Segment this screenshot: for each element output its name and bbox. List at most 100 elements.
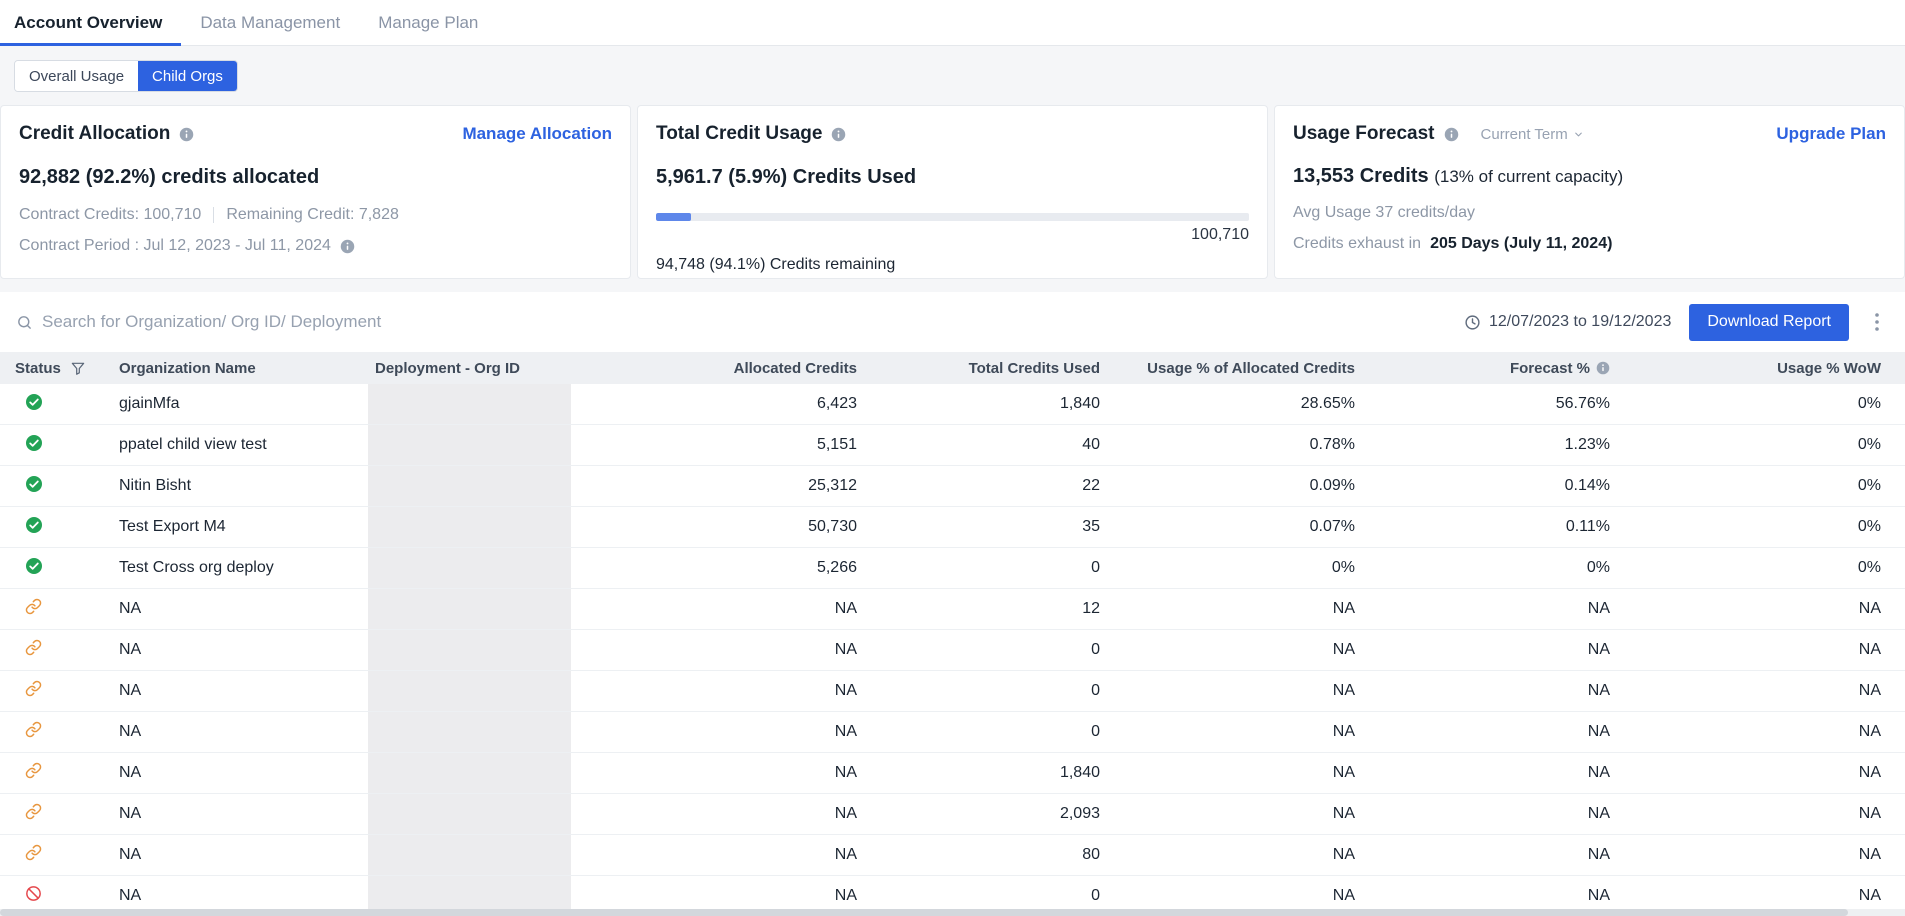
table-row[interactable]: NA NA 0 NA NA NA [0, 630, 1905, 671]
info-icon[interactable] [1444, 127, 1459, 142]
deployment-cell [365, 548, 614, 589]
table-row[interactable]: NA NA 12 NA NA NA [0, 589, 1905, 630]
table-row[interactable]: NA NA 0 NA NA NA [0, 712, 1905, 753]
table-row[interactable]: Test Cross org deploy 5,266 0 0% 0% 0% [0, 548, 1905, 589]
deployment-cell [365, 466, 614, 507]
tab-account-overview[interactable]: Account Overview [0, 0, 181, 45]
horizontal-scrollbar[interactable] [0, 909, 1905, 916]
table-row[interactable]: Test Export M4 50,730 35 0.07% 0.11% 0% [0, 507, 1905, 548]
exhaust-date-label: 205 Days (July 11, 2024) [1430, 235, 1612, 253]
manage-allocation-link[interactable]: Manage Allocation [462, 124, 612, 144]
usage-pct-cell: NA [1124, 630, 1379, 671]
total-credits-used-cell: 35 [881, 507, 1124, 548]
col-forecast-pct: Forecast % [1379, 352, 1634, 384]
deployment-cell [365, 589, 614, 630]
info-icon[interactable] [340, 239, 355, 254]
org-name-cell: NA [107, 712, 365, 753]
exhaust-prefix-label: Credits exhaust in [1293, 235, 1421, 253]
table-row[interactable]: Nitin Bisht 25,312 22 0.09% 0.14% 0% [0, 466, 1905, 507]
usage-progress-bar [656, 213, 1249, 221]
child-orgs-toggle[interactable]: Child Orgs [138, 61, 237, 91]
summary-section: Overall Usage Child Orgs Credit Allocati… [0, 46, 1905, 292]
allocated-credits-cell: 25,312 [614, 466, 881, 507]
usage-wow-cell: NA [1634, 671, 1905, 712]
contract-credits-label: Contract Credits: 100,710 [19, 206, 201, 224]
col-organization-label: Organization Name [119, 360, 256, 377]
link-icon [25, 721, 42, 738]
usage-pct-cell: 0.78% [1124, 425, 1379, 466]
usage-pct-cell: 0% [1124, 548, 1379, 589]
active-check-icon [25, 516, 43, 534]
link-icon [25, 844, 42, 861]
link-icon [25, 639, 42, 656]
table-row[interactable]: NA NA 1,840 NA NA NA [0, 753, 1905, 794]
redacted-block [368, 425, 571, 465]
forecast-pct-cell: NA [1379, 589, 1634, 630]
deployment-cell [365, 384, 614, 425]
usage-progress-fill [656, 213, 691, 221]
overall-usage-toggle[interactable]: Overall Usage [15, 61, 138, 91]
usage-pct-cell: NA [1124, 794, 1379, 835]
total-credits-used-cell: 22 [881, 466, 1124, 507]
search-input[interactable] [42, 312, 662, 332]
usage-wow-cell: 0% [1634, 425, 1905, 466]
total-credits-used-cell: 2,093 [881, 794, 1124, 835]
credits-remaining-label: 94,748 (94.1%) Credits remaining [656, 256, 1249, 274]
total-credits-used-cell: 0 [881, 712, 1124, 753]
redacted-block [368, 507, 571, 547]
org-name-cell: NA [107, 671, 365, 712]
table-row[interactable]: NA NA 2,093 NA NA NA [0, 794, 1905, 835]
table-row[interactable]: NA NA 0 NA NA NA [0, 671, 1905, 712]
redacted-block [368, 384, 571, 424]
chevron-down-icon [1573, 129, 1584, 140]
status-icon [25, 516, 43, 534]
status-icon [25, 680, 42, 697]
col-deployment-org-id: Deployment - Org ID [365, 352, 614, 384]
total-credits-used-cell: 0 [881, 630, 1124, 671]
col-usage-pct-label: Usage % of Allocated Credits [1147, 360, 1355, 377]
table-row[interactable]: gjainMfa 6,423 1,840 28.65% 56.76% 0% [0, 384, 1905, 425]
info-icon[interactable] [179, 127, 194, 142]
org-name-cell: Test Export M4 [107, 507, 365, 548]
usage-wow-cell: 0% [1634, 507, 1905, 548]
date-range-control[interactable]: 12/07/2023 to 19/12/2023 [1464, 313, 1671, 331]
usage-wow-cell: 0% [1634, 466, 1905, 507]
usage-wow-cell: NA [1634, 753, 1905, 794]
total-credits-used-cell: 0 [881, 548, 1124, 589]
redacted-block [368, 753, 571, 793]
info-icon[interactable] [1596, 361, 1610, 375]
download-report-button[interactable]: Download Report [1689, 304, 1849, 341]
remaining-credit-label: Remaining Credit: 7,828 [226, 206, 399, 224]
usage-pct-cell: NA [1124, 589, 1379, 630]
tab-data-management[interactable]: Data Management [181, 0, 359, 45]
usage-wow-cell: NA [1634, 630, 1905, 671]
status-icon [25, 598, 42, 615]
org-name-cell: gjainMfa [107, 384, 365, 425]
total-credits-used-cell: 0 [881, 671, 1124, 712]
forecast-pct-cell: NA [1379, 630, 1634, 671]
scrollbar-thumb[interactable] [0, 909, 1848, 916]
deployment-cell [365, 794, 614, 835]
search-icon [16, 314, 33, 331]
allocated-credits-cell: NA [614, 835, 881, 876]
col-allocated-credits: Allocated Credits [614, 352, 881, 384]
table-row[interactable]: NA NA 80 NA NA NA [0, 835, 1905, 876]
upgrade-plan-link[interactable]: Upgrade Plan [1776, 124, 1886, 144]
col-organization-name: Organization Name [107, 352, 365, 384]
col-usage-pct-allocated: Usage % of Allocated Credits [1124, 352, 1379, 384]
col-allocated-label: Allocated Credits [734, 360, 857, 377]
table-row[interactable]: ppatel child view test 5,151 40 0.78% 1.… [0, 425, 1905, 466]
term-dropdown[interactable]: Current Term [1481, 126, 1584, 143]
forecast-capacity-note: (13% of current capacity) [1434, 167, 1623, 186]
tab-manage-plan[interactable]: Manage Plan [359, 0, 497, 45]
link-icon [25, 680, 42, 697]
col-status-label: Status [15, 360, 61, 377]
link-icon [25, 803, 42, 820]
kebab-menu-icon[interactable] [1863, 308, 1891, 336]
total-credits-used-cell: 1,840 [881, 753, 1124, 794]
redacted-block [368, 548, 571, 588]
filter-icon[interactable] [71, 362, 85, 375]
info-icon[interactable] [831, 127, 846, 142]
redacted-block [368, 835, 571, 875]
col-used-label: Total Credits Used [969, 360, 1100, 377]
